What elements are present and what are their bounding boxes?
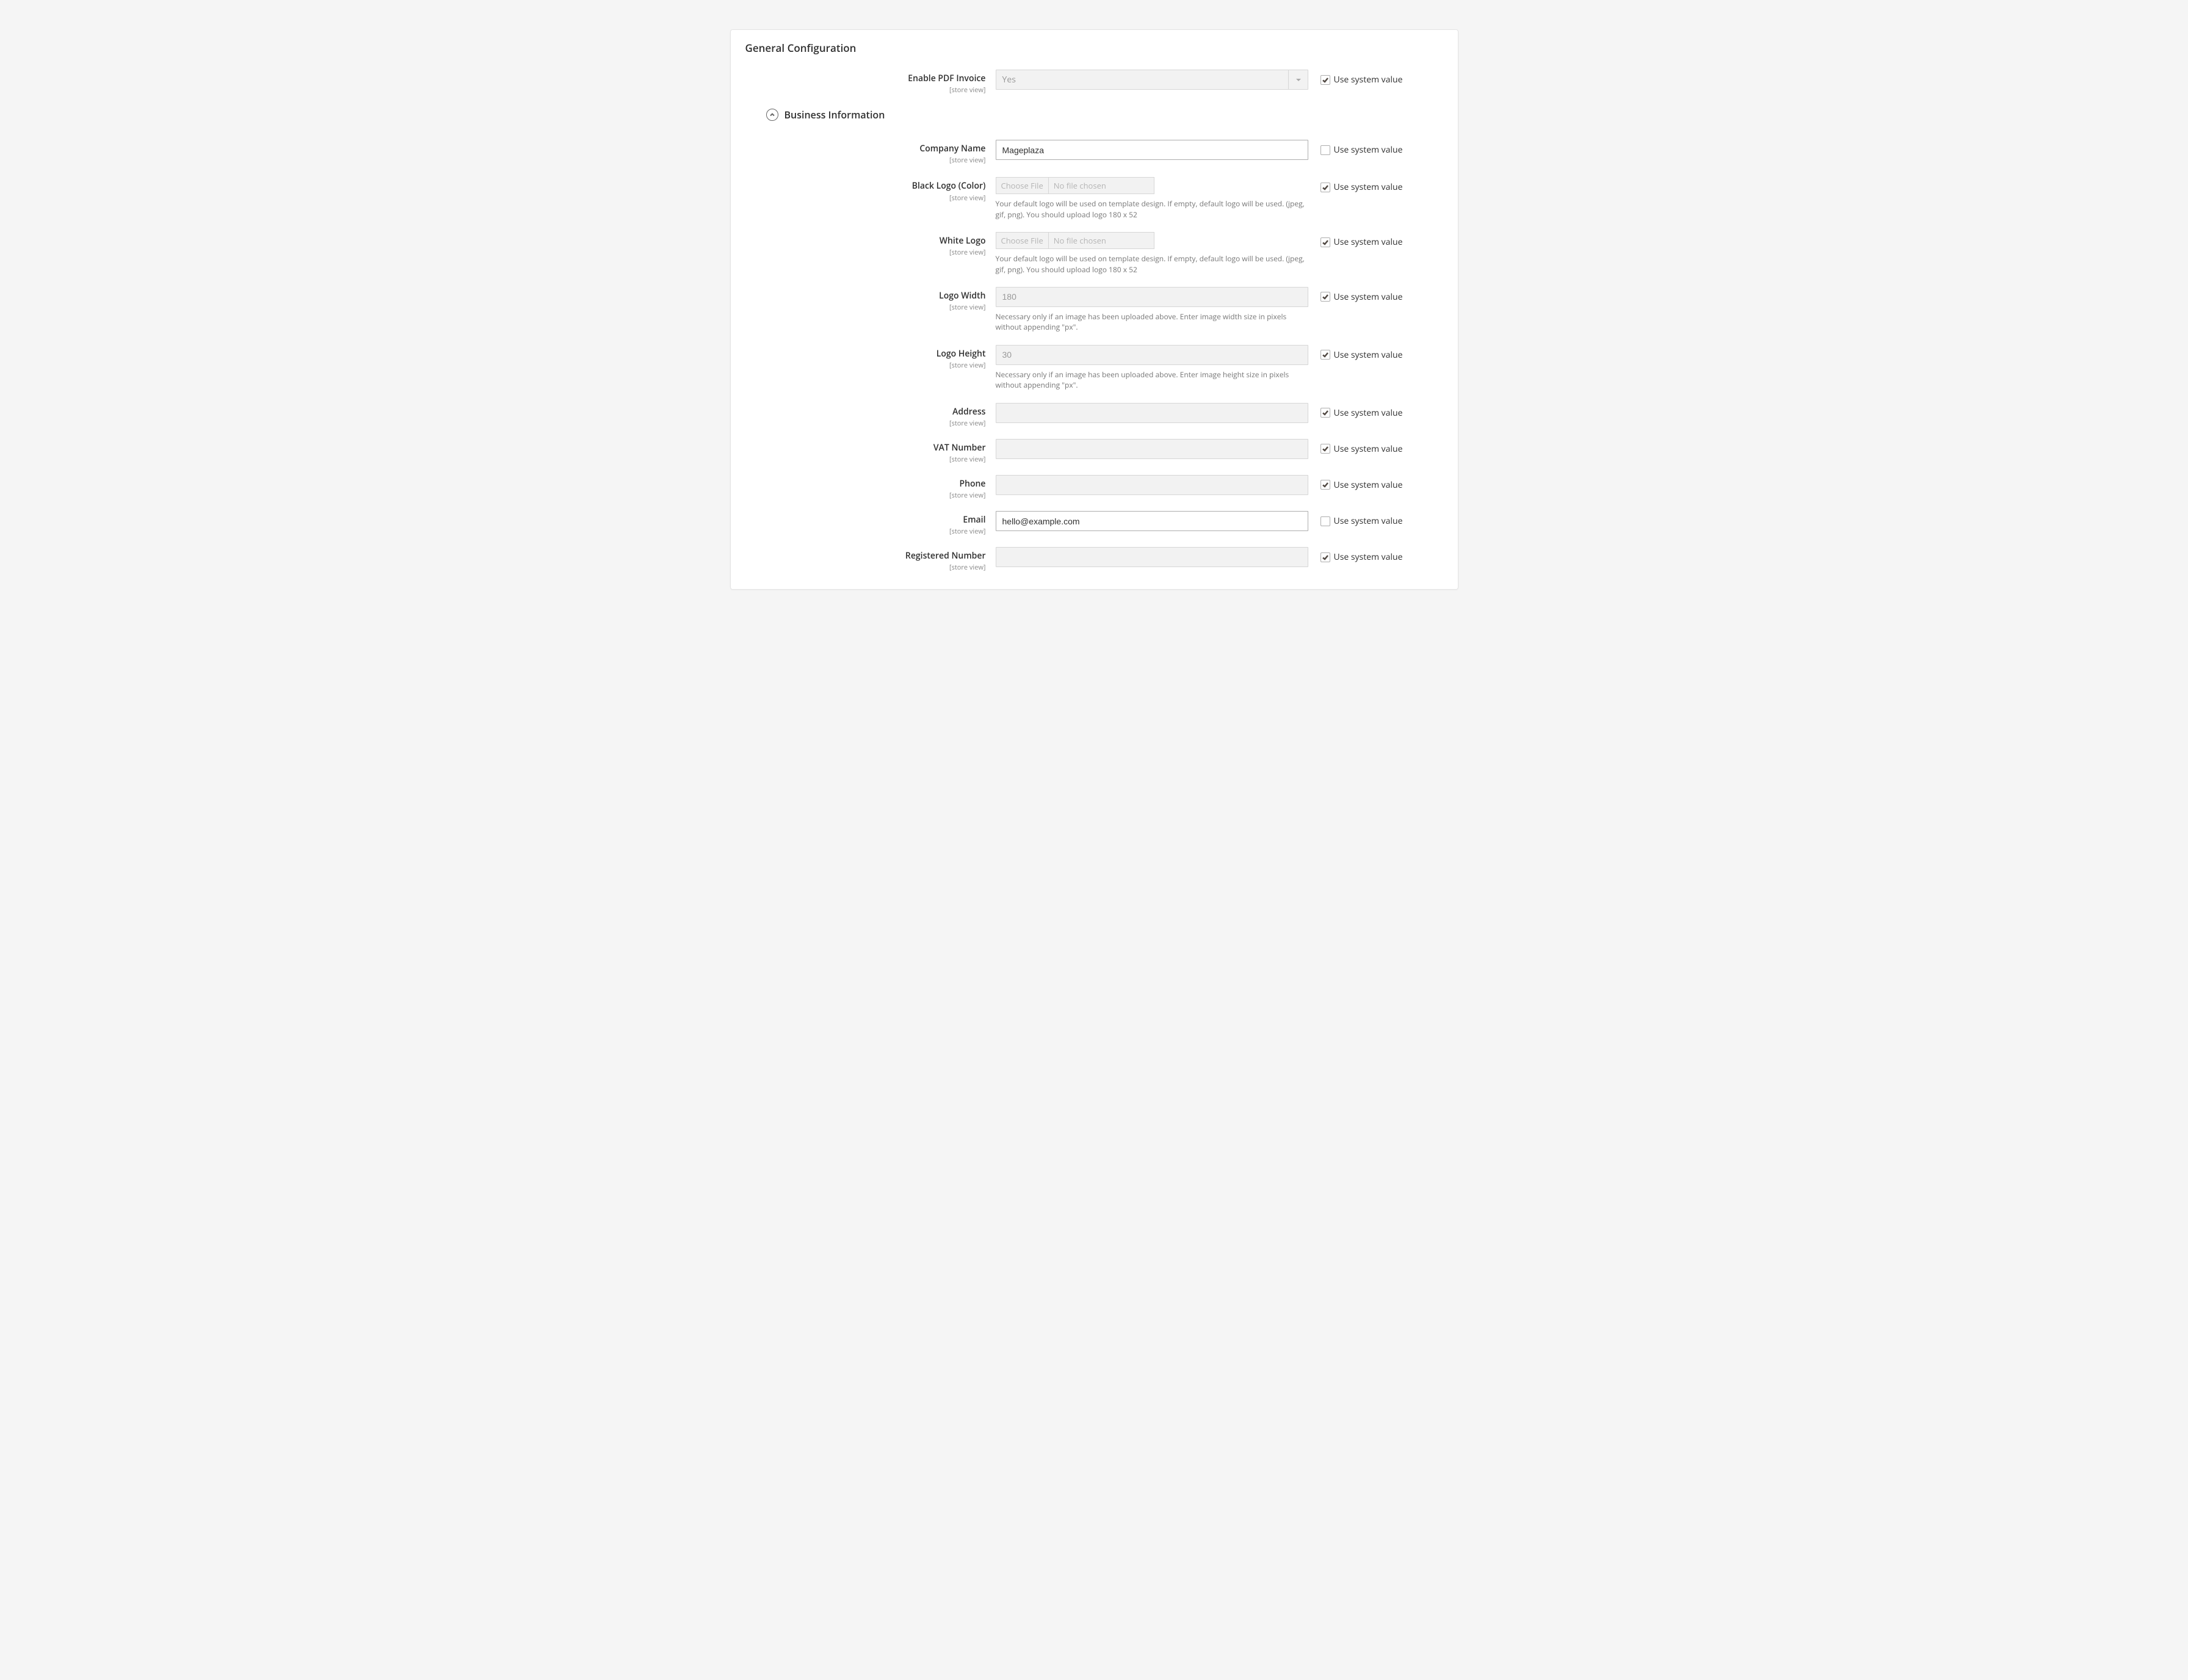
input-company-name[interactable]	[996, 140, 1308, 160]
checkbox-label: Use system value	[1334, 443, 1403, 455]
checkbox-use-system-white-logo[interactable]	[1320, 237, 1330, 247]
label-black-logo: Black Logo (Color)	[745, 181, 986, 192]
checkbox-use-system-logo-width[interactable]	[1320, 292, 1330, 302]
select-value: Yes	[996, 70, 1308, 90]
row-address: Address [store view] Use system value	[745, 403, 1443, 428]
panel-title: General Configuration	[745, 41, 1443, 55]
note-logo-width: Necessary only if an image has been uplo…	[996, 311, 1308, 333]
scope-label: [store view]	[745, 491, 986, 500]
label-white-logo: White Logo	[745, 236, 986, 247]
checkbox-label: Use system value	[1334, 551, 1403, 563]
choose-file-button: Choose File	[996, 233, 1049, 248]
input-vat-number[interactable]	[996, 439, 1308, 459]
scope-label: [store view]	[745, 419, 986, 428]
checkbox-use-system-phone[interactable]	[1320, 480, 1330, 490]
scope-label: [store view]	[745, 361, 986, 370]
input-email[interactable]	[996, 511, 1308, 531]
input-logo-height[interactable]	[996, 345, 1308, 365]
checkbox-label: Use system value	[1334, 515, 1403, 527]
label-registered-number: Registered Number	[745, 551, 986, 562]
note-black-logo: Your default logo will be used on templa…	[996, 198, 1308, 220]
file-status-text: No file chosen	[1049, 233, 1111, 248]
checkbox-label: Use system value	[1334, 479, 1403, 491]
file-input-white-logo[interactable]: Choose File No file chosen	[996, 232, 1154, 249]
checkbox-use-system-vat-number[interactable]	[1320, 444, 1330, 454]
checkbox-use-system-company-name[interactable]	[1320, 145, 1330, 155]
row-vat-number: VAT Number [store view] Use system value	[745, 439, 1443, 464]
label-email: Email	[745, 515, 986, 526]
row-enable-pdf-invoice: Enable PDF Invoice [store view] Yes Use …	[745, 70, 1443, 95]
row-logo-width: Logo Width [store view] Necessary only i…	[745, 287, 1443, 333]
scope-label: [store view]	[745, 85, 986, 95]
chevron-up-icon	[766, 109, 778, 121]
checkbox-label: Use system value	[1334, 74, 1403, 85]
checkbox-use-system-enable-pdf[interactable]	[1320, 75, 1330, 85]
label-vat-number: VAT Number	[745, 443, 986, 454]
row-email: Email [store view] Use system value	[745, 511, 1443, 536]
label-company-name: Company Name	[745, 143, 986, 154]
scope-label: [store view]	[745, 527, 986, 536]
choose-file-button: Choose File	[996, 178, 1049, 194]
checkbox-use-system-email[interactable]	[1320, 516, 1330, 526]
note-white-logo: Your default logo will be used on templa…	[996, 253, 1308, 275]
checkbox-label: Use system value	[1334, 407, 1403, 419]
input-phone[interactable]	[996, 475, 1308, 495]
input-logo-width[interactable]	[996, 287, 1308, 307]
input-registered-number[interactable]	[996, 547, 1308, 567]
checkbox-use-system-registered-number[interactable]	[1320, 552, 1330, 562]
section-title: Business Information	[784, 108, 885, 121]
scope-label: [store view]	[745, 303, 986, 312]
file-input-black-logo[interactable]: Choose File No file chosen	[996, 177, 1154, 194]
row-company-name: Company Name [store view] Use system val…	[745, 140, 1443, 165]
checkbox-use-system-black-logo[interactable]	[1320, 183, 1330, 192]
label-enable-pdf-invoice: Enable PDF Invoice	[745, 73, 986, 84]
checkbox-label: Use system value	[1334, 181, 1403, 193]
checkbox-label: Use system value	[1334, 236, 1403, 248]
checkbox-use-system-logo-height[interactable]	[1320, 350, 1330, 360]
select-enable-pdf-invoice[interactable]: Yes	[996, 70, 1308, 90]
checkbox-label: Use system value	[1334, 291, 1403, 303]
scope-label: [store view]	[745, 455, 986, 464]
scope-label: [store view]	[745, 248, 986, 257]
row-registered-number: Registered Number [store view] Use syste…	[745, 547, 1443, 572]
label-logo-height: Logo Height	[745, 349, 986, 360]
label-logo-width: Logo Width	[745, 291, 986, 302]
section-header-business-information[interactable]: Business Information	[766, 108, 1443, 121]
row-white-logo: White Logo [store view] Choose File No f…	[745, 232, 1443, 275]
row-black-logo: Black Logo (Color) [store view] Choose F…	[745, 177, 1443, 220]
label-address: Address	[745, 407, 986, 418]
row-phone: Phone [store view] Use system value	[745, 475, 1443, 500]
checkbox-use-system-address[interactable]	[1320, 408, 1330, 418]
note-logo-height: Necessary only if an image has been uplo…	[996, 369, 1308, 391]
chevron-down-icon	[1288, 70, 1308, 90]
general-configuration-panel: General Configuration Enable PDF Invoice…	[730, 29, 1458, 590]
checkbox-label: Use system value	[1334, 144, 1403, 156]
label-phone: Phone	[745, 479, 986, 490]
input-address[interactable]	[996, 403, 1308, 423]
row-logo-height: Logo Height [store view] Necessary only …	[745, 345, 1443, 391]
checkbox-label: Use system value	[1334, 349, 1403, 361]
scope-label: [store view]	[745, 563, 986, 572]
file-status-text: No file chosen	[1049, 178, 1111, 194]
scope-label: [store view]	[745, 156, 986, 165]
scope-label: [store view]	[745, 194, 986, 203]
